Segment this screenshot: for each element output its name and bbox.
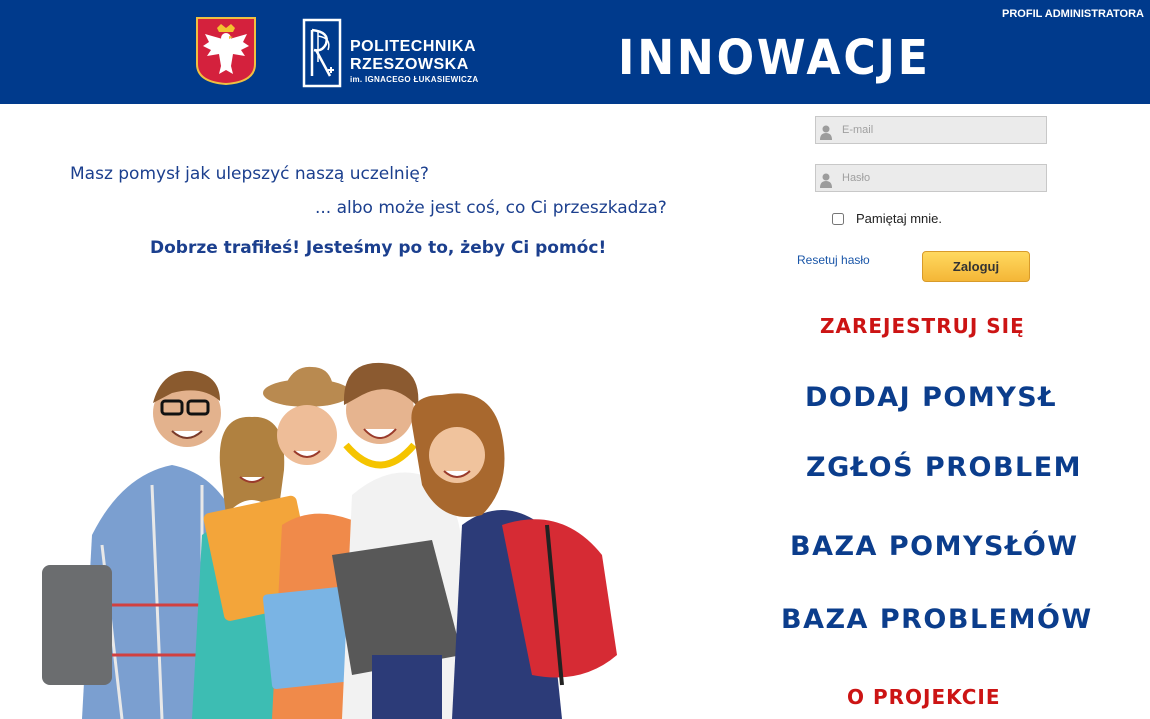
header-bar: PROFIL ADMINISTRATORA POLITECHNIKA RZESZ…: [0, 0, 1150, 104]
report-problem-link[interactable]: ZGŁOŚ PROBLEM: [806, 452, 1082, 483]
university-patron: im. IGNACEGO ŁUKASIEWICZA: [350, 75, 479, 84]
problems-base-link[interactable]: BAZA PROBLEMÓW: [781, 604, 1093, 635]
site-title: INNOWACJE: [618, 30, 931, 86]
login-button[interactable]: Zaloguj: [922, 251, 1030, 282]
password-field: [815, 164, 1047, 192]
intro-question-2: ... albo może jest coś, co Ci przeszkadz…: [315, 198, 667, 218]
students-photo: [42, 362, 617, 719]
user-icon: [820, 125, 832, 140]
remember-me: Pamiętaj mnie.: [832, 211, 942, 226]
user-icon: [820, 173, 832, 188]
intro-tagline: Dobrze trafiłeś! Jesteśmy po to, żeby Ci…: [150, 238, 607, 258]
add-idea-link[interactable]: DODAJ POMYSŁ: [805, 382, 1057, 413]
university-name-line2: RZESZOWSKA: [350, 56, 469, 73]
email-input[interactable]: [842, 117, 1042, 143]
politechnika-rzeszowska-logo-icon: [302, 18, 342, 88]
remember-me-label: Pamiętaj mnie.: [856, 211, 942, 226]
intro-question-1: Masz pomysł jak ulepszyć naszą uczelnię?: [70, 164, 429, 184]
university-name-line1: POLITECHNIKA: [350, 38, 476, 55]
university-name: POLITECHNIKA RZESZOWSKA im. IGNACEGO ŁUK…: [350, 38, 478, 86]
about-project-link[interactable]: O PROJEKCIE: [847, 685, 1001, 709]
register-link[interactable]: ZAREJESTRUJ SIĘ: [820, 314, 1025, 338]
password-input[interactable]: [842, 165, 1042, 191]
remember-me-checkbox[interactable]: [832, 212, 844, 225]
polish-eagle-emblem-icon: [196, 17, 256, 86]
admin-profile-link[interactable]: PROFIL ADMINISTRATORA: [1002, 8, 1144, 20]
ideas-base-link[interactable]: BAZA POMYSŁÓW: [790, 531, 1079, 562]
reset-password-link[interactable]: Resetuj hasło: [797, 253, 870, 267]
email-field: [815, 116, 1047, 144]
